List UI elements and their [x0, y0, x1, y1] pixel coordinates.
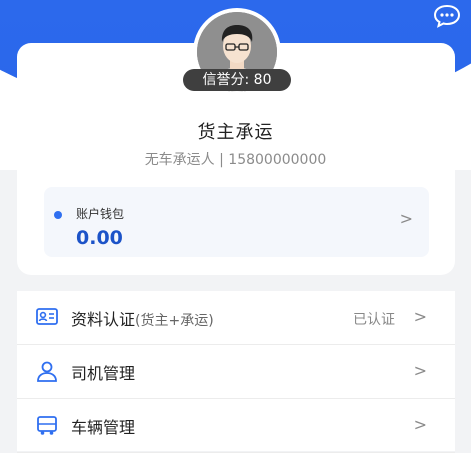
chevron-right-icon: > — [413, 307, 427, 326]
menu-item-title: 司机管理 — [71, 364, 136, 383]
id-card-icon — [35, 306, 59, 328]
menu-item-note: (货主+承运) — [135, 313, 214, 329]
menu-item-driver-management[interactable]: 司机管理 > — [17, 345, 455, 399]
verification-status: 已认证 — [353, 312, 395, 328]
wallet-amount: 0.00 — [76, 227, 123, 249]
wallet-dot-icon — [54, 211, 62, 219]
menu-item-title: 资料认证(货主+承运) — [71, 310, 214, 329]
wallet-card[interactable]: 账户钱包 0.00 > — [44, 187, 429, 257]
credit-score-badge: 信誉分: 80 — [183, 69, 291, 91]
menu-item-vehicle-management[interactable]: 车辆管理 > — [17, 399, 455, 453]
wallet-label: 账户钱包 — [76, 207, 125, 221]
chevron-right-icon: > — [399, 209, 413, 228]
chevron-right-icon: > — [413, 361, 427, 380]
vehicle-icon — [35, 414, 59, 436]
message-icon[interactable] — [433, 4, 461, 28]
user-name: 货主承运 — [197, 122, 274, 143]
user-subtitle: 无车承运人 | 15800000000 — [144, 152, 327, 168]
menu-item-verification[interactable]: 资料认证(货主+承运) 已认证 > — [17, 291, 455, 345]
menu-item-title: 车辆管理 — [71, 418, 136, 437]
driver-icon — [35, 360, 59, 382]
chevron-right-icon: > — [413, 415, 427, 434]
menu-list: 资料认证(货主+承运) 已认证 > 司机管理 > 车辆管理 > — [17, 291, 455, 453]
